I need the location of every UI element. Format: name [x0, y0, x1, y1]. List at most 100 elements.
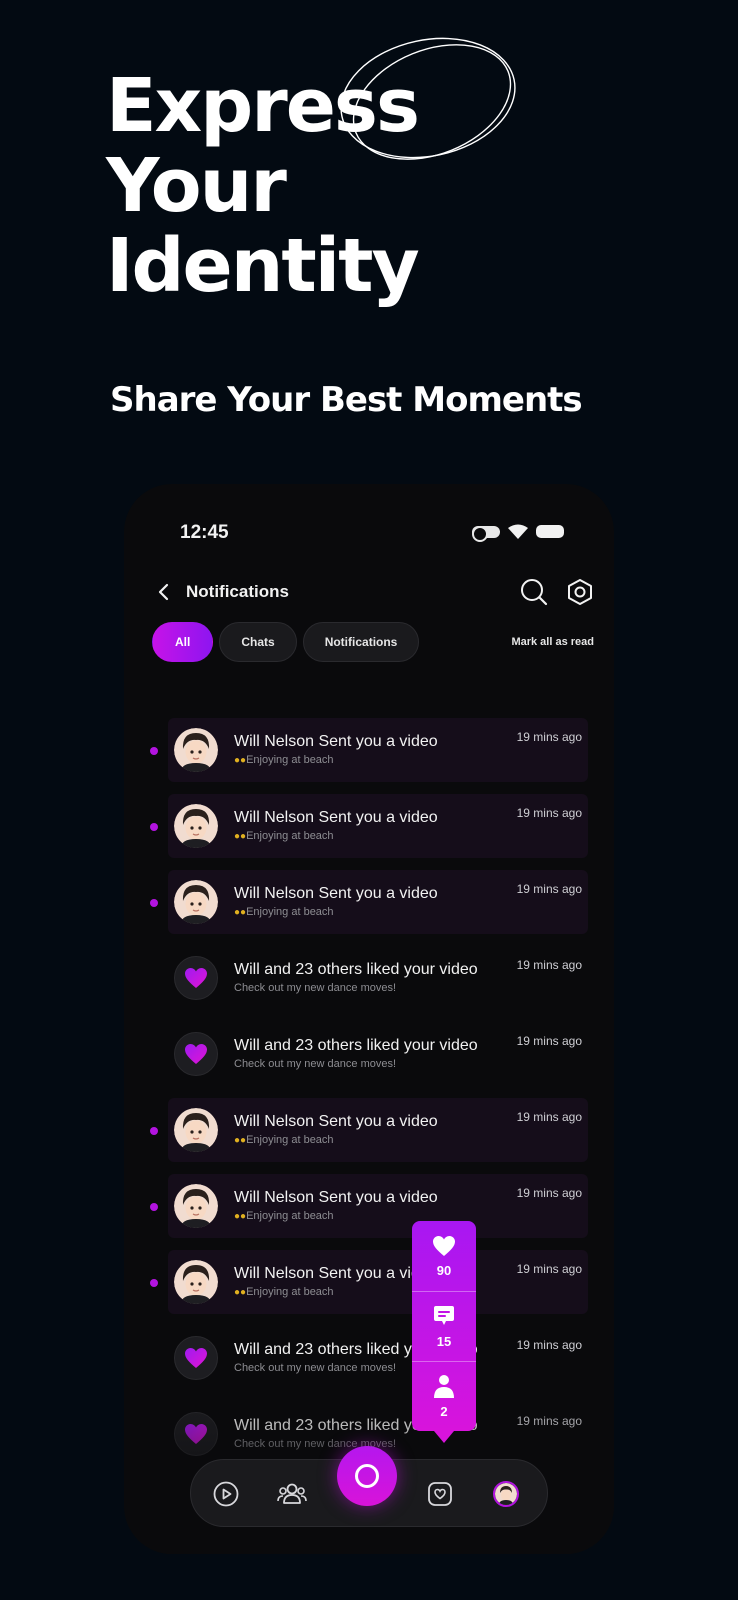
notification-item[interactable]: Will Nelson Sent you a video ●●Enjoying a… — [150, 718, 588, 782]
notification-subtitle: ●●Enjoying at beach — [234, 830, 438, 842]
notification-item[interactable]: Will Nelson Sent you a video ●●Enjoying a… — [150, 870, 588, 934]
settings-hex-icon — [568, 579, 592, 605]
activity-tooltip: 90 15 2 — [412, 1221, 476, 1443]
profile-avatar — [493, 1481, 519, 1507]
status-time: 12:45 — [180, 522, 229, 543]
unread-dot — [150, 747, 158, 755]
notification-subtitle-text: Enjoying at beach — [246, 753, 334, 766]
heart-icon — [174, 1336, 218, 1380]
sender-avatar[interactable] — [174, 1260, 218, 1304]
unread-dot — [150, 899, 158, 907]
sender-avatar[interactable] — [174, 1108, 218, 1152]
create-button[interactable] — [337, 1446, 397, 1506]
tooltip-comments[interactable]: 15 — [412, 1291, 476, 1361]
nav-videos-button[interactable] — [209, 1477, 243, 1511]
followers-count: 2 — [440, 1404, 448, 1419]
chevron-left-icon — [158, 583, 169, 601]
sender-avatar[interactable] — [174, 728, 218, 772]
notification-item[interactable]: Will and 23 others liked your video Check… — [168, 1326, 588, 1390]
filter-chip-notifications[interactable]: Notifications — [302, 622, 420, 662]
notification-time: 19 mins ago — [516, 1110, 582, 1124]
play-icon — [213, 1481, 239, 1507]
notification-subtitle-text: Enjoying at beach — [246, 1133, 334, 1146]
hero-subtitle: Share Your Best Moments — [110, 380, 583, 420]
notification-time: 19 mins ago — [516, 1034, 582, 1048]
notification-subtitle-text: Check out my new dance moves! — [234, 981, 397, 994]
settings-button[interactable] — [566, 578, 594, 606]
user-icon — [434, 1375, 454, 1398]
notification-item[interactable]: Will Nelson Sent you a video ●●Enjoying a… — [150, 1250, 588, 1314]
notification-subtitle-text: Enjoying at beach — [246, 829, 334, 842]
sender-avatar[interactable] — [174, 880, 218, 924]
notification-title: Will Nelson Sent you a video — [234, 1112, 438, 1130]
emoji-icon: ●● — [234, 1134, 247, 1146]
heart-icon — [174, 1032, 218, 1076]
mark-all-read-link[interactable]: Mark all as read — [511, 636, 594, 648]
notification-time: 19 mins ago — [516, 806, 582, 820]
emoji-icon: ●● — [234, 1286, 247, 1298]
back-button[interactable] — [148, 577, 178, 607]
filter-chip-all[interactable]: All — [152, 622, 214, 662]
notification-time: 19 mins ago — [516, 730, 582, 744]
notification-item[interactable]: Will Nelson Sent you a video ●●Enjoying a… — [150, 794, 588, 858]
notification-title: Will Nelson Sent you a video — [234, 1264, 438, 1282]
inbox-icon — [428, 1482, 452, 1506]
app-header: Notifications — [148, 572, 594, 612]
notification-item[interactable]: Will and 23 others liked your video Check… — [168, 946, 588, 1010]
nav-profile-button[interactable] — [489, 1477, 523, 1511]
notification-time: 19 mins ago — [516, 1262, 582, 1276]
filter-tabs: All Chats Notifications Mark all as read — [152, 622, 594, 662]
notification-time: 19 mins ago — [516, 1186, 582, 1200]
hero-title-line-3: Identity — [106, 223, 420, 309]
notification-title: Will Nelson Sent you a video — [234, 1188, 438, 1206]
notification-title: Will Nelson Sent you a video — [234, 884, 438, 902]
tooltip-followers[interactable]: 2 — [412, 1361, 476, 1431]
community-icon — [277, 1483, 307, 1504]
wifi-icon — [508, 524, 528, 539]
notification-title: Will Nelson Sent you a video — [234, 732, 438, 750]
likes-count: 90 — [436, 1262, 452, 1278]
notification-item[interactable]: Will Nelson Sent you a video ●●Enjoying a… — [150, 1098, 588, 1162]
notification-subtitle: Check out my new dance moves! — [234, 1058, 478, 1070]
search-button[interactable] — [520, 578, 548, 606]
unread-dot — [150, 823, 158, 831]
comment-icon — [434, 1306, 454, 1325]
create-icon — [355, 1464, 379, 1488]
emoji-icon: ●● — [234, 1210, 247, 1222]
phone-mockup: 12:45 Notifications All Chats Notificati… — [124, 484, 614, 1554]
notification-subtitle-text: Enjoying at beach — [246, 1209, 334, 1222]
nav-community-button[interactable] — [275, 1477, 309, 1511]
sender-avatar[interactable] — [174, 804, 218, 848]
sender-avatar[interactable] — [174, 1184, 218, 1228]
unread-dot — [150, 1203, 158, 1211]
notification-list: Will Nelson Sent you a video ●●Enjoying a… — [150, 718, 588, 1478]
battery-icon — [536, 525, 564, 538]
notification-item[interactable]: Will and 23 others liked your video Check… — [168, 1022, 588, 1086]
notification-subtitle: ●●Enjoying at beach — [234, 754, 438, 766]
notification-item[interactable]: Will Nelson Sent you a video ●●Enjoying a… — [150, 1174, 588, 1238]
notification-title: Will Nelson Sent you a video — [234, 808, 438, 826]
notification-title: Will and 23 others liked your video — [234, 960, 478, 978]
notification-subtitle: ●●Enjoying at beach — [234, 1210, 438, 1222]
emoji-icon: ●● — [234, 754, 247, 766]
heart-icon — [174, 956, 218, 1000]
nav-inbox-button[interactable] — [423, 1477, 457, 1511]
notification-subtitle-text: Enjoying at beach — [246, 905, 334, 918]
notification-subtitle: ●●Enjoying at beach — [234, 906, 438, 918]
decorative-swirl — [340, 37, 516, 160]
tooltip-likes[interactable]: 90 — [412, 1221, 476, 1291]
notification-subtitle-text: Check out my new dance moves! — [234, 1361, 397, 1374]
bottom-nav — [190, 1446, 548, 1527]
comments-count: 15 — [436, 1334, 452, 1349]
toggle-status-icon — [472, 525, 500, 542]
notification-title: Will and 23 others liked your video — [234, 1036, 478, 1054]
heart-icon — [174, 1412, 218, 1456]
filter-chip-chats[interactable]: Chats — [219, 622, 297, 662]
unread-dot — [150, 1279, 158, 1287]
notification-subtitle: Check out my new dance moves! — [234, 982, 478, 994]
emoji-icon: ●● — [234, 906, 247, 918]
notification-time: 19 mins ago — [516, 958, 582, 972]
unread-dot — [150, 1127, 158, 1135]
page-title: Notifications — [186, 582, 289, 601]
notification-subtitle: ●●Enjoying at beach — [234, 1286, 438, 1298]
